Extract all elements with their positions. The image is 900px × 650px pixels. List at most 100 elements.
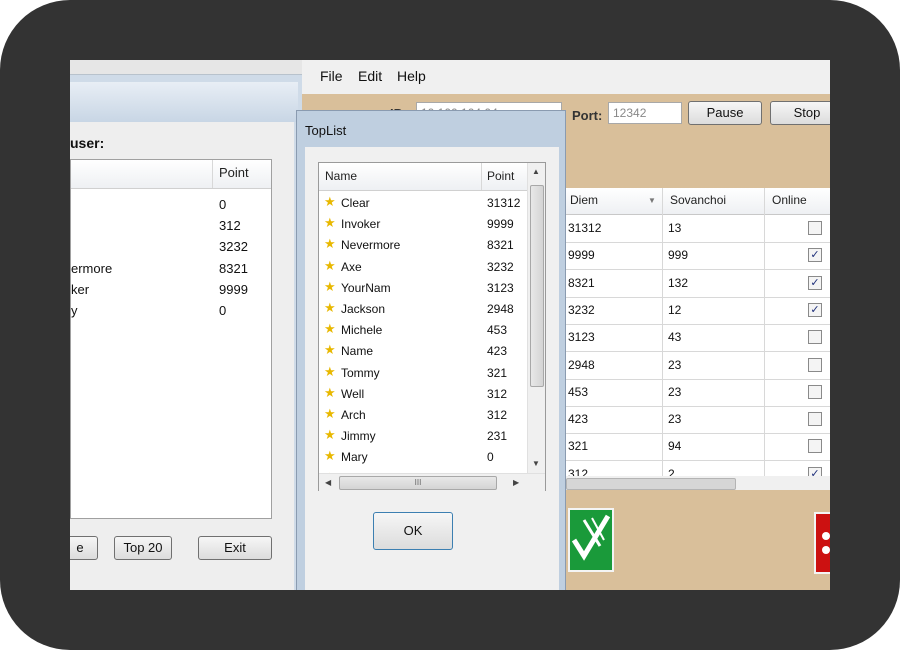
toplist-list[interactable]: Name Point ★ Clear 31312 ★ Invoker 9999 ★ Never… <box>318 162 546 491</box>
scroll-down-icon[interactable]: ▼ <box>532 459 540 468</box>
screen: user: Point 0 312 3232 ermore 8321 ker 999… <box>70 60 830 590</box>
star-icon: ★ <box>324 278 336 294</box>
column-header-diem[interactable]: Diem <box>570 193 598 207</box>
toplist-name: YourNam <box>341 280 391 295</box>
star-icon: ★ <box>324 300 336 315</box>
table-row[interactable]: 2948 23 <box>564 352 830 380</box>
toplist-row[interactable]: ★ Jimmy 231 <box>319 425 527 446</box>
column-header-point[interactable]: Point <box>487 169 514 183</box>
table-row[interactable]: 453 23 <box>564 379 830 407</box>
table-row[interactable]: 321 94 <box>564 433 830 462</box>
cell-diem: 31312 <box>568 221 602 235</box>
table-row[interactable]: 31312 13 <box>564 215 830 243</box>
list-item[interactable]: 3232 <box>71 236 271 257</box>
table-row[interactable]: 9999 999 ✓ <box>564 242 830 271</box>
partial-button[interactable]: e <box>70 536 98 560</box>
cell-diem: 2948 <box>568 357 595 372</box>
toplist-row[interactable]: ★ Invoker 9999 <box>319 213 527 234</box>
cell-sovanchoi: 23 <box>668 384 682 399</box>
table-row[interactable]: 8321 132 ✓ <box>564 270 830 298</box>
start-icon-button[interactable] <box>568 508 614 572</box>
port-field[interactable]: 12342 <box>608 102 682 124</box>
menu-file[interactable]: File <box>320 68 343 84</box>
toplist-point: 3232 <box>487 259 514 274</box>
toplist-row[interactable]: ★ Jackson 2948 <box>319 298 527 319</box>
online-checkbox[interactable] <box>808 412 822 427</box>
online-checkbox[interactable]: ✓ <box>808 248 822 263</box>
stop-button[interactable]: Stop <box>770 101 830 125</box>
toplist-row[interactable]: ★ Tommy 321 <box>319 362 527 383</box>
column-header-online[interactable]: Online <box>772 193 807 207</box>
background-strip <box>70 60 302 75</box>
online-checkbox[interactable] <box>808 384 822 399</box>
list-item[interactable]: 312 <box>71 215 271 236</box>
user-window: user: Point 0 312 3232 ermore 8321 ker 999… <box>70 60 302 590</box>
toplist-row[interactable]: ★ Mary 0 <box>319 446 527 467</box>
top20-button[interactable]: Top 20 <box>114 536 172 560</box>
sort-arrow-icon: ▼ <box>648 196 656 205</box>
toplist-vscrollbar[interactable]: ▲ ▼ <box>527 163 545 473</box>
cell-diem: 8321 <box>568 275 595 290</box>
scroll-left-icon[interactable]: ◀ <box>325 478 331 487</box>
toplist-vscroll-thumb[interactable] <box>530 185 544 387</box>
grid-hscrollbar[interactable] <box>564 476 830 490</box>
menu-help[interactable]: Help <box>397 68 426 84</box>
toplist-name: Well <box>341 386 365 401</box>
players-grid[interactable]: Diem ▼ Sovanchoi Online 31312 13 9999 999 ✓ 8… <box>564 188 830 490</box>
toplist-point: 0 <box>487 450 494 465</box>
menu-edit[interactable]: Edit <box>358 68 382 84</box>
toplist-row[interactable]: ★ Michele 453 <box>319 319 527 340</box>
toplist-row[interactable]: ★ Name 423 <box>319 340 527 361</box>
pause-button[interactable]: Pause <box>688 101 762 125</box>
stop-icon-button[interactable] <box>814 512 830 574</box>
toplist-point: 3123 <box>487 280 514 295</box>
toplist-hscroll-thumb[interactable]: III <box>339 476 497 490</box>
cell-sovanchoi: 132 <box>668 275 689 290</box>
list-item[interactable]: 0 <box>71 194 271 215</box>
toplist-row[interactable]: ★ YourNam 3123 <box>319 277 527 298</box>
star-icon: ★ <box>324 384 336 400</box>
toplist-row[interactable]: ★ Clear 31312 <box>319 192 527 213</box>
exit-button[interactable]: Exit <box>198 536 272 560</box>
column-header-sovanchoi[interactable]: Sovanchoi <box>670 193 726 207</box>
toplist-name: Name <box>341 344 374 359</box>
toplist-name: Axe <box>341 259 362 274</box>
table-row[interactable]: 3232 12 ✓ <box>564 297 830 325</box>
list-item[interactable]: ermore 8321 <box>71 258 271 279</box>
toplist-name: Nevermore <box>341 238 401 253</box>
cell-diem: 423 <box>568 412 589 427</box>
star-icon: ★ <box>324 194 336 209</box>
port-label: Port: <box>572 108 603 123</box>
online-checkbox[interactable] <box>808 330 822 345</box>
dialog-client: Name Point ★ Clear 31312 ★ Invoker 9999 ★ Never… <box>305 147 559 590</box>
play-swoosh-icon <box>571 514 611 561</box>
scroll-up-icon[interactable]: ▲ <box>532 167 540 176</box>
toplist-point: 453 <box>487 323 508 338</box>
ok-button[interactable]: OK <box>373 512 453 550</box>
toplist-row[interactable]: ★ Nevermore 8321 <box>319 234 527 255</box>
online-checkbox[interactable]: ✓ <box>808 275 822 290</box>
column-header-point[interactable]: Point <box>219 165 249 180</box>
online-checkbox[interactable]: ✓ <box>808 302 822 317</box>
list-item[interactable]: ker 9999 <box>71 279 271 300</box>
toplist-point: 9999 <box>487 217 514 232</box>
toplist-hscrollbar[interactable]: ◀ III ▶ <box>319 473 545 491</box>
column-header-name[interactable]: Name <box>325 169 357 183</box>
user-window-titlebar <box>70 82 298 122</box>
toplist-row[interactable]: ★ Well 312 <box>319 383 527 404</box>
online-checkbox[interactable] <box>808 221 822 235</box>
online-checkbox[interactable] <box>808 357 822 372</box>
scroll-right-icon[interactable]: ▶ <box>513 478 519 487</box>
online-checkbox[interactable] <box>808 439 822 454</box>
toplist-point: 8321 <box>487 238 514 253</box>
user-list-header: Point <box>71 160 271 189</box>
user-list[interactable]: Point 0 312 3232 ermore 8321 ker 9999 y0 <box>70 159 272 519</box>
toplist-row[interactable]: ★ Axe 3232 <box>319 256 527 277</box>
star-icon: ★ <box>324 236 336 252</box>
table-row[interactable]: 3123 43 <box>564 324 830 353</box>
toplist-row[interactable]: ★ Arch 312 <box>319 404 527 425</box>
toplist-point: 321 <box>487 365 508 380</box>
table-row[interactable]: 423 23 <box>564 406 830 435</box>
grid-hscroll-thumb[interactable] <box>566 478 736 490</box>
list-item[interactable]: y0 <box>71 300 271 321</box>
